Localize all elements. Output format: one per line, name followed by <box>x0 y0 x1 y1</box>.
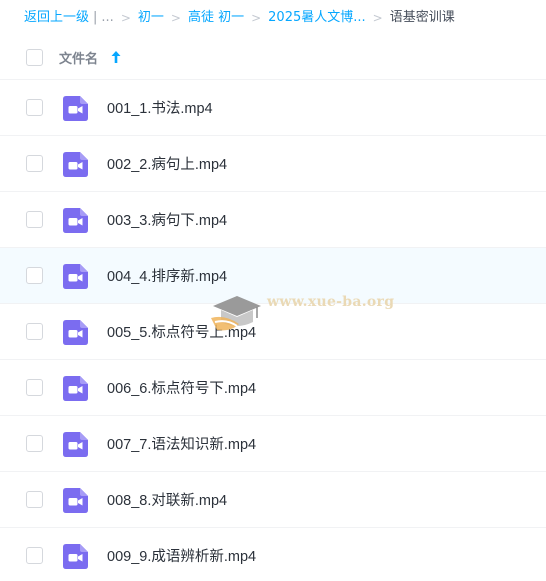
video-file-icon <box>63 432 88 457</box>
breadcrumb-ellipsis[interactable]: ... <box>101 8 113 28</box>
file-name[interactable]: 004_4.排序新.mp4 <box>107 265 227 286</box>
file-row[interactable]: 001_1.书法.mp4 <box>0 80 546 136</box>
breadcrumb-item[interactable]: 2025暑人文博... <box>268 8 365 28</box>
back-link[interactable]: 返回上一级 <box>24 8 89 28</box>
row-checkbox[interactable] <box>26 323 43 340</box>
file-row[interactable]: 002_2.病句上.mp4 <box>0 136 546 192</box>
breadcrumb-current: 语基密训课 <box>389 10 455 25</box>
video-file-icon <box>63 264 88 289</box>
file-browser: 返回上一级 | ... > 初一 > 高徒 初一 > 2025暑人文博... >… <box>0 0 546 581</box>
breadcrumb-separator: > <box>170 11 181 25</box>
file-name[interactable]: 001_1.书法.mp4 <box>107 97 213 118</box>
file-name[interactable]: 005_5.标点符号上.mp4 <box>107 321 256 342</box>
file-name[interactable]: 002_2.病句上.mp4 <box>107 153 227 174</box>
row-checkbox[interactable] <box>26 435 43 452</box>
breadcrumb-separator: > <box>251 11 262 25</box>
file-row[interactable]: 006_6.标点符号下.mp4 <box>0 360 546 416</box>
video-file-icon <box>63 544 88 569</box>
select-all-checkbox[interactable] <box>26 49 43 66</box>
breadcrumb-separator: > <box>120 11 131 25</box>
row-checkbox[interactable] <box>26 267 43 284</box>
file-row[interactable]: 007_7.语法知识新.mp4 <box>0 416 546 472</box>
file-row[interactable]: 008_8.对联新.mp4 <box>0 472 546 528</box>
breadcrumb-item[interactable]: 高徒 初一 <box>188 8 244 28</box>
breadcrumb-separator: > <box>372 11 383 25</box>
row-checkbox[interactable] <box>26 99 43 116</box>
row-checkbox[interactable] <box>26 211 43 228</box>
row-checkbox[interactable] <box>26 547 43 564</box>
video-file-icon <box>63 320 88 345</box>
video-file-icon <box>63 96 88 121</box>
file-row[interactable]: 009_9.成语辨析新.mp4 <box>0 528 546 581</box>
row-checkbox[interactable] <box>26 379 43 396</box>
file-row[interactable]: 004_4.排序新.mp4 <box>0 248 546 304</box>
video-file-icon <box>63 488 88 513</box>
row-checkbox[interactable] <box>26 491 43 508</box>
file-row[interactable]: 005_5.标点符号上.mp4 <box>0 304 546 360</box>
video-file-icon <box>63 376 88 401</box>
filename-column-header[interactable]: 文件名 <box>59 48 98 67</box>
list-header: 文件名 <box>0 35 546 80</box>
arrow-up-icon[interactable] <box>110 49 122 65</box>
file-row[interactable]: 003_3.病句下.mp4 <box>0 192 546 248</box>
video-file-icon <box>63 152 88 177</box>
breadcrumb-divider: | <box>93 10 98 25</box>
file-name[interactable]: 008_8.对联新.mp4 <box>107 489 227 510</box>
file-name[interactable]: 006_6.标点符号下.mp4 <box>107 377 256 398</box>
file-name[interactable]: 009_9.成语辨析新.mp4 <box>107 545 256 566</box>
file-list: 001_1.书法.mp4 002_2.病句上.mp4 003_3.病句下.mp4 00… <box>0 80 546 581</box>
file-name[interactable]: 007_7.语法知识新.mp4 <box>107 433 256 454</box>
breadcrumb: 返回上一级 | ... > 初一 > 高徒 初一 > 2025暑人文博... >… <box>24 8 455 28</box>
breadcrumb-item[interactable]: 初一 <box>138 8 164 28</box>
row-checkbox[interactable] <box>26 155 43 172</box>
file-name[interactable]: 003_3.病句下.mp4 <box>107 209 227 230</box>
video-file-icon <box>63 208 88 233</box>
